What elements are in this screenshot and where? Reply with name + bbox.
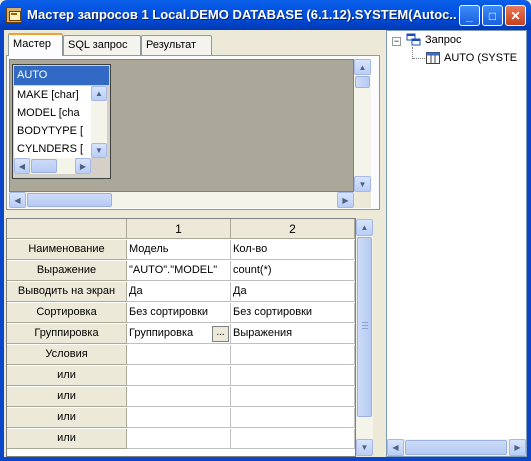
scroll-right-arrow-icon[interactable]: ▶ [75,158,91,174]
list-item[interactable]: MODEL [cha [17,107,80,119]
horizontal-splitter[interactable] [4,211,382,217]
table-icon [426,52,440,64]
grip-line [362,325,368,326]
list-item[interactable]: CYLNDERS [ [17,143,83,155]
grid-vscroll-thumb[interactable] [357,237,372,417]
row-header[interactable]: Наименование [7,240,127,260]
grid-cell[interactable] [231,345,355,365]
grid-cell[interactable]: Кол-во [231,240,355,260]
column-header[interactable]: 2 [231,219,355,239]
tab-sql-query[interactable]: SQL запрос [63,35,141,55]
grid-cell[interactable] [231,387,355,407]
maximize-button[interactable]: □ [482,5,503,26]
scroll-left-arrow-icon[interactable]: ◀ [14,158,30,174]
grid-cell[interactable] [127,345,231,365]
row-header[interactable]: или [7,387,127,407]
fields-hscroll-thumb[interactable] [31,159,57,173]
scroll-right-arrow-icon[interactable]: ▶ [337,192,354,208]
grid-cell[interactable] [127,366,231,386]
window-title: Мастер запросов 1 Local.DEMO DATABASE (6… [27,7,457,22]
ellipsis-button[interactable]: ... [212,326,229,342]
app-icon[interactable] [6,7,22,23]
grid-cell[interactable] [231,408,355,428]
grip-line [362,328,368,329]
scroll-up-arrow-icon[interactable]: ▲ [354,59,371,75]
grid-cell[interactable] [127,387,231,407]
row-header[interactable]: Условия [7,345,127,365]
scroll-left-arrow-icon[interactable]: ◀ [387,439,404,456]
database-icon [406,33,422,47]
design-vscroll-thumb[interactable] [355,76,370,88]
row-header[interactable]: Выводить на экран [7,282,127,302]
scroll-down-arrow-icon[interactable]: ▼ [91,143,107,158]
row-header[interactable]: или [7,366,127,386]
window-frame-left [0,30,4,461]
scroll-down-arrow-icon[interactable]: ▼ [354,176,371,192]
tab-master[interactable]: Мастер [8,33,63,56]
scroll-up-arrow-icon[interactable]: ▲ [356,219,373,236]
column-header[interactable]: 1 [127,219,231,239]
grid-cell[interactable]: Да [231,282,355,302]
scroll-corner [354,192,371,208]
grid-cell[interactable]: Без сортировки [231,303,355,323]
scroll-down-arrow-icon[interactable]: ▼ [356,439,373,456]
grip-line [362,322,368,323]
row-header[interactable]: Группировка [7,324,127,344]
design-hscroll-thumb[interactable] [27,193,112,207]
grid-cell[interactable]: "AUTO"."MODEL" [127,261,231,281]
table-box-title[interactable]: AUTO [14,66,109,85]
close-button[interactable]: ✕ [505,5,526,26]
list-item[interactable]: MAKE [char] [17,89,79,101]
scroll-up-arrow-icon[interactable]: ▲ [91,86,107,101]
row-header[interactable]: или [7,408,127,428]
list-item[interactable]: BODYTYPE [ [17,125,83,137]
grid-cell[interactable]: Модель [127,240,231,260]
minimize-button[interactable]: _ [459,5,480,26]
window-frame-bottom [0,457,531,461]
grid-cell[interactable]: Выражения [231,324,355,344]
grid-cell[interactable] [127,408,231,428]
row-header[interactable]: или [7,429,127,449]
tree-root-label[interactable]: Запрос [425,34,461,46]
tree-child-label[interactable]: AUTO (SYSTE [444,52,517,64]
tab-result[interactable]: Результат [141,35,212,55]
grid-cell[interactable] [231,366,355,386]
grid-cell[interactable] [127,429,231,449]
query-tree-panel[interactable] [386,30,527,457]
grid-corner [7,219,127,239]
window-frame-right [527,30,531,461]
grid-cell[interactable]: count(*) [231,261,355,281]
collapse-icon[interactable]: − [392,37,401,46]
table-field-list[interactable]: MAKE [char] MODEL [cha BODYTYPE [ CYLNDE… [14,86,91,158]
grid-cell[interactable] [231,429,355,449]
grid-cell[interactable]: Да [127,282,231,302]
tree-connector [413,58,425,59]
row-header[interactable]: Сортировка [7,303,127,323]
scroll-left-arrow-icon[interactable]: ◀ [9,192,26,208]
grid-cell[interactable]: Без сортировки [127,303,231,323]
scroll-right-arrow-icon[interactable]: ▶ [509,439,526,456]
row-header[interactable]: Выражение [7,261,127,281]
tree-hscroll-thumb[interactable] [405,440,507,455]
